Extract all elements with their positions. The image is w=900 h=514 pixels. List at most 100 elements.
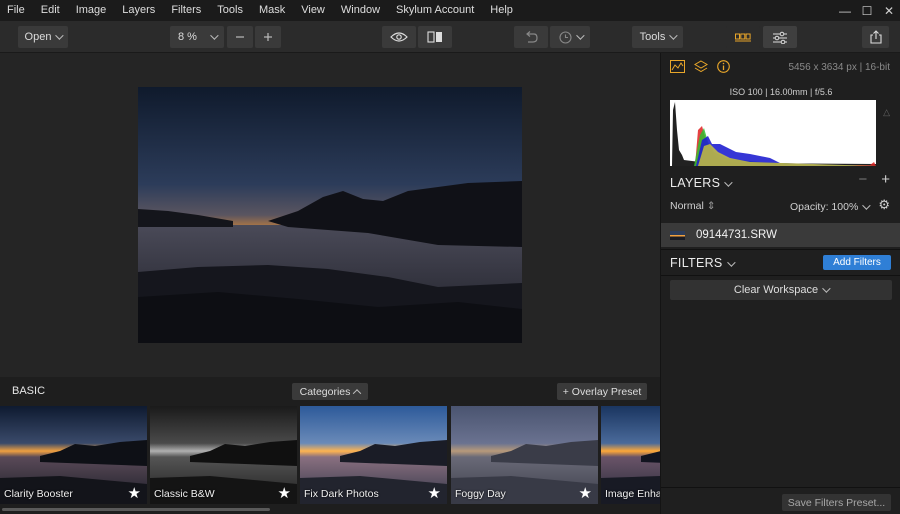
preset-label: Image Enhar [605,488,660,500]
presets-header: BASIC Categories + Overlay Preset [0,377,660,405]
gear-icon[interactable]: ⚙ [878,197,890,213]
info-tabs [670,60,730,73]
chevron-down-icon [210,31,219,40]
categories-label: Categories [299,385,351,398]
preset-card[interactable]: Classic B&W ★ [150,406,297,504]
sliders-icon [773,31,787,44]
menu-filters[interactable]: Filters [163,0,209,21]
star-icon[interactable]: ★ [428,484,441,502]
info-icon[interactable] [717,60,730,73]
menu-edit[interactable]: Edit [33,0,68,21]
categories-button[interactable]: Categories [292,383,368,400]
chevron-down-icon [575,31,585,40]
layer-name: 09144731.SRW [696,229,777,241]
zoom-select[interactable]: 8 % [170,26,224,48]
exif-info: ISO 100 | 16.00mm | f/5.6 [729,87,833,97]
menu-bar: File Edit Image Layers Filters Tools Mas… [0,0,900,21]
zoom-value: 8 % [178,31,197,43]
chevron-up-icon [353,388,362,398]
presets-scrollbar[interactable] [0,505,660,514]
maximize-button[interactable]: ☐ [856,0,878,21]
history-button[interactable] [550,26,590,48]
layers-actions: − + [858,171,890,188]
histogram-icon[interactable] [670,60,685,73]
menu-view[interactable]: View [293,0,333,21]
layers-icon[interactable] [694,60,708,73]
share-button[interactable] [862,26,889,48]
blend-mode-label: Normal [670,200,704,212]
tools-label: Tools [639,31,666,43]
chevron-down-icon [724,178,733,187]
menu-mask[interactable]: Mask [251,0,293,21]
clear-workspace-label: Clear Workspace [733,284,819,296]
layer-thumbnail [670,230,685,240]
eye-icon [390,32,408,42]
zoom-out-button[interactable] [227,26,253,48]
edit-button[interactable] [763,26,797,48]
scrollbar-thumb[interactable] [2,508,270,511]
open-button[interactable]: Open [18,26,68,48]
preset-label: Clarity Booster [4,488,73,500]
opacity-select[interactable]: Opacity: 100% [790,201,871,213]
histogram-chart [672,102,876,166]
menu-file[interactable]: File [0,0,33,21]
image-canvas[interactable] [0,53,660,377]
presets-section-title: BASIC [12,385,46,397]
chevron-down-icon [726,258,736,267]
chevron-down-icon [822,284,831,293]
menu-help[interactable]: Help [482,0,521,21]
star-icon[interactable]: ★ [278,484,291,502]
chevron-down-icon [55,31,65,40]
plus-icon [264,33,272,41]
remove-layer-button[interactable]: − [858,171,867,188]
add-filters-button[interactable]: Add Filters [823,255,891,270]
open-label: Open [24,31,52,43]
star-icon[interactable]: ★ [579,484,592,502]
share-icon [869,30,882,44]
close-button[interactable]: ✕ [878,0,900,21]
star-icon[interactable]: ★ [128,484,141,502]
presets-strip: Clarity Booster ★ Classic B&W ★ Fix Dark… [0,405,660,505]
image-dimensions: 5456 x 3634 px | 16-bit [788,62,890,73]
main-photo[interactable] [138,87,522,343]
zoom-in-button[interactable] [255,26,281,48]
menu-skylum-account[interactable]: Skylum Account [388,0,482,21]
preset-card[interactable]: Clarity Booster ★ [0,406,147,504]
histogram [670,100,876,166]
tools-button[interactable]: Tools [632,26,683,48]
sunset-photo-image [138,87,522,343]
divider [661,487,900,488]
undo-icon [526,31,538,43]
preset-card[interactable]: Image Enhar [601,406,660,504]
menu-window[interactable]: Window [333,0,388,21]
preset-label: Classic B&W [154,488,215,500]
history-icon [558,30,572,44]
undo-button[interactable] [514,26,548,48]
filters-title[interactable]: FILTERS [670,256,736,270]
menu-image[interactable]: Image [68,0,115,21]
compare-button[interactable] [418,26,452,48]
add-layer-button[interactable]: + [881,171,890,188]
preview-toggle-button[interactable] [382,26,416,48]
save-filters-preset-button[interactable]: Save Filters Preset... [782,494,891,511]
layer-item[interactable]: 09144731.SRW [661,223,900,247]
menu-layers[interactable]: Layers [114,0,163,21]
opacity-label: Opacity: 100% [790,201,859,213]
highlight-clipping-icon[interactable]: △ [883,107,890,118]
preset-card[interactable]: Fix Dark Photos ★ [300,406,447,504]
catalog-icon [735,33,751,42]
divider [661,275,900,276]
window-controls: — ☐ ✕ [834,0,900,21]
chevron-down-icon [862,201,871,210]
menu-tools[interactable]: Tools [209,0,251,21]
preset-label: Fix Dark Photos [304,488,379,500]
clear-workspace-button[interactable]: Clear Workspace [670,280,892,300]
overlay-preset-button[interactable]: + Overlay Preset [557,383,647,400]
right-panel: 5456 x 3634 px | 16-bit ISO 100 | 16.00m… [660,53,900,514]
blend-mode-select[interactable]: Normal ⇕ [670,200,716,212]
catalog-button[interactable] [726,26,760,48]
compare-icon [427,31,442,43]
preset-card[interactable]: Foggy Day ★ [451,406,598,504]
minimize-button[interactable]: — [834,0,856,21]
layers-title[interactable]: LAYERS [670,176,733,190]
